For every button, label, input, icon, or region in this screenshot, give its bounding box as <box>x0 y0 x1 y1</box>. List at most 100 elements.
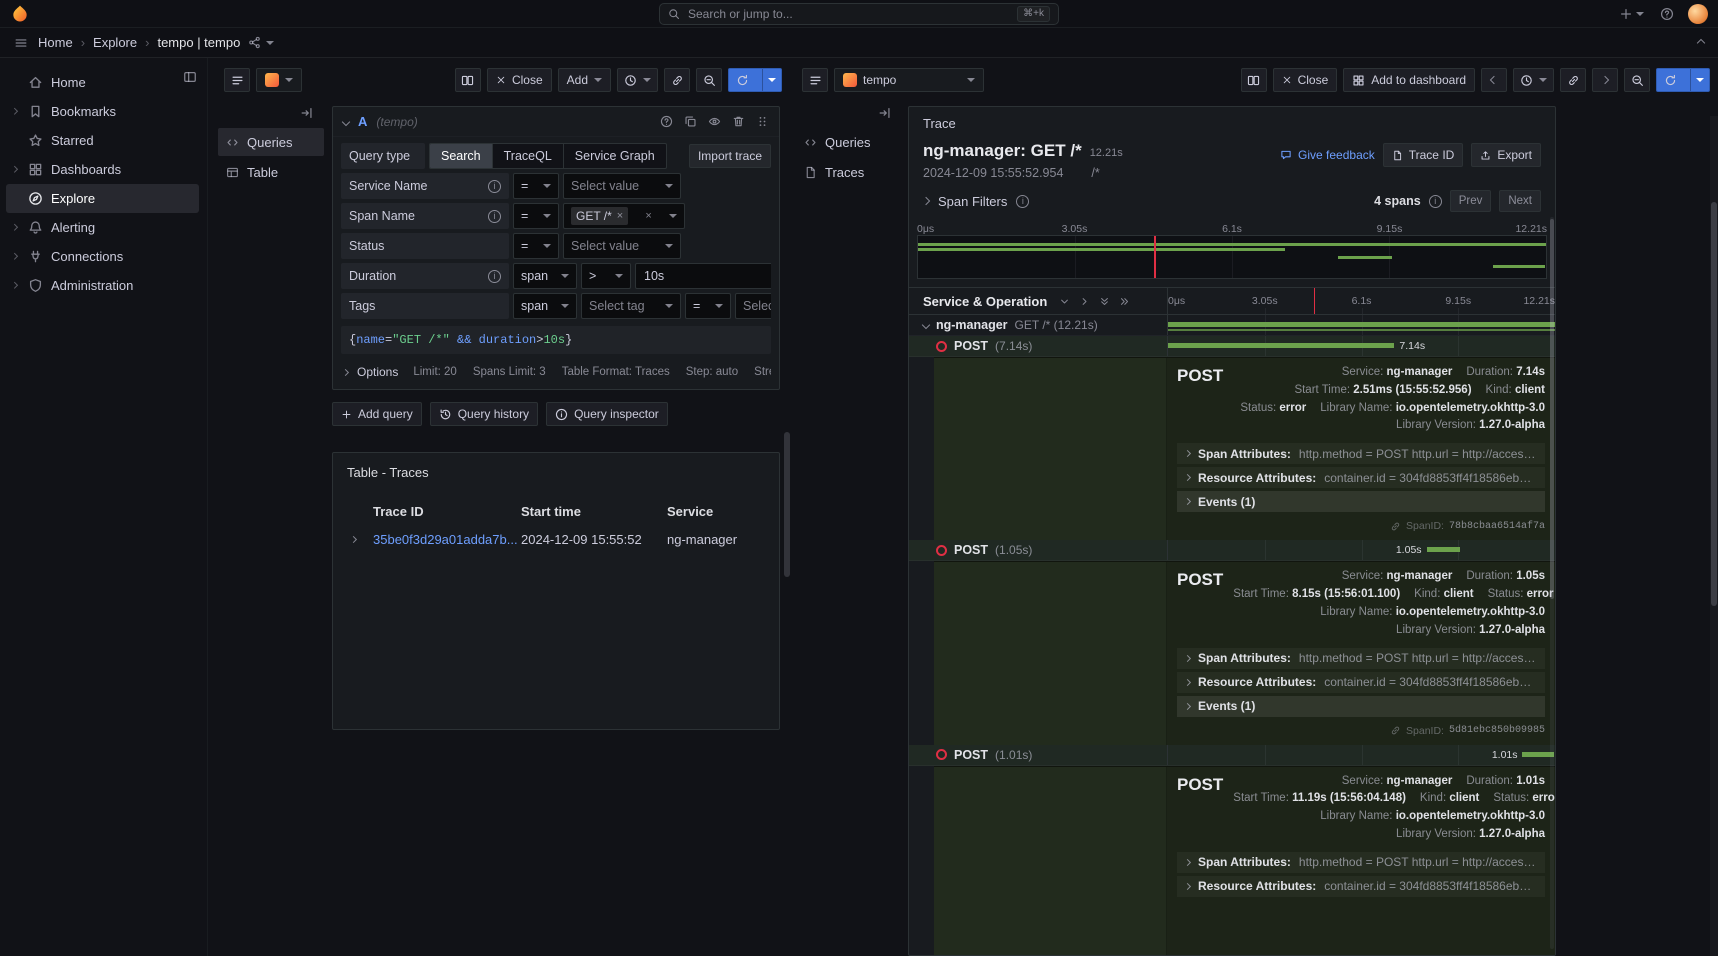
info-icon[interactable]: i <box>1429 195 1442 208</box>
left-pane-scrollbar[interactable] <box>784 432 790 577</box>
detail-section-resource-attributes[interactable]: Resource Attributes:container.id = 304fd… <box>1177 467 1545 488</box>
detail-section-resource-attributes[interactable]: Resource Attributes:container.id = 304fd… <box>1177 672 1545 693</box>
time-shift-forward-button[interactable] <box>1592 68 1618 92</box>
sidebar-item-alerting[interactable]: Alerting <box>6 213 199 242</box>
queries-drawer-button[interactable] <box>224 68 250 92</box>
collapse-span-icon[interactable] <box>922 321 930 329</box>
expand-row-icon[interactable] <box>350 535 357 542</box>
time-picker-button[interactable] <box>1513 68 1554 92</box>
detail-section-events-1[interactable]: Events (1) <box>1177 696 1545 717</box>
next-span-button[interactable]: Next <box>1499 190 1541 212</box>
query-type-traceql[interactable]: TraceQL <box>493 144 564 168</box>
remove-query-icon[interactable] <box>732 115 745 128</box>
query-ref-id[interactable]: A <box>358 114 367 129</box>
split-view-button[interactable] <box>455 68 481 92</box>
detail-section-span-attributes[interactable]: Span Attributes:http.method = POST http.… <box>1177 852 1545 873</box>
service-name-operator-select[interactable]: = <box>513 173 559 199</box>
import-trace-button[interactable]: Import trace <box>689 144 771 168</box>
query-type-service-graph[interactable]: Service Graph <box>564 144 666 168</box>
table-row[interactable]: 35be0f3d29a01adda7b... 2024-12-09 15:55:… <box>347 526 765 552</box>
span-name-operator-select[interactable]: = <box>513 203 559 229</box>
zoom-out-button[interactable] <box>1624 68 1650 92</box>
pane-tab-queries[interactable]: Queries <box>218 128 324 156</box>
add-button[interactable]: Add <box>558 68 611 92</box>
span-row[interactable]: POST(1.05s) 1.05s <box>909 540 1555 561</box>
close-pane-button[interactable]: Close <box>1273 68 1338 92</box>
collapse-one-icon[interactable] <box>1059 296 1070 307</box>
run-query-button[interactable] <box>728 68 782 92</box>
query-help-icon[interactable] <box>660 115 673 128</box>
status-operator-select[interactable]: = <box>513 233 559 259</box>
sidebar-item-bookmarks[interactable]: Bookmarks <box>6 97 199 126</box>
breadcrumb-item-home[interactable]: Home <box>38 35 73 50</box>
duration-scope-select[interactable]: span <box>513 263 577 289</box>
collapse-sidebar-icon[interactable] <box>878 106 892 120</box>
tags-scope-select[interactable]: span <box>513 293 577 319</box>
sidebar-item-explore[interactable]: Explore <box>6 184 199 213</box>
expand-section-icon[interactable] <box>11 282 17 288</box>
trace-minimap[interactable]: 0μs3.05s6.1s9.15s12.21s <box>917 222 1547 279</box>
tags-value-select[interactable]: Select va <box>735 293 771 319</box>
clear-value-icon[interactable]: × <box>645 211 651 222</box>
share-link-button[interactable] <box>1560 68 1586 92</box>
new-button[interactable] <box>1617 5 1646 23</box>
breadcrumb-item-explore[interactable]: Explore <box>93 35 137 50</box>
status-value-select[interactable]: Select value <box>563 233 681 259</box>
column-header-trace-id[interactable]: Trace ID <box>373 504 521 519</box>
zoom-out-button[interactable] <box>696 68 722 92</box>
info-icon[interactable]: i <box>488 270 501 283</box>
collapse-all-icon[interactable] <box>1099 296 1110 307</box>
sidebar-item-connections[interactable]: Connections <box>6 242 199 271</box>
trace-id-button[interactable]: Trace ID <box>1383 143 1464 167</box>
trace-scrollbar-thumb[interactable] <box>1550 219 1554 599</box>
pane-tab-queries[interactable]: Queries <box>796 128 902 156</box>
detail-section-span-attributes[interactable]: Span Attributes:http.method = POST http.… <box>1177 443 1545 464</box>
span-name-chip[interactable]: GET /*× <box>571 207 628 225</box>
expand-section-icon[interactable] <box>11 253 17 259</box>
sidebar-item-dashboards[interactable]: Dashboards <box>6 155 199 184</box>
info-icon[interactable]: i <box>488 210 501 223</box>
help-button[interactable] <box>1658 5 1676 23</box>
datasource-picker-right[interactable]: tempo <box>834 68 984 92</box>
close-pane-button[interactable]: Close <box>487 68 552 92</box>
duplicate-query-icon[interactable] <box>684 115 697 128</box>
tags-operator-select[interactable]: = <box>685 293 731 319</box>
query-history-button[interactable]: Query history <box>430 402 538 426</box>
collapse-query-icon[interactable] <box>342 117 350 125</box>
sidebar-item-starred[interactable]: Starred <box>6 126 199 155</box>
share-icon[interactable] <box>248 36 261 49</box>
dock-menu-button[interactable] <box>183 70 197 87</box>
mega-menu-toggle[interactable] <box>12 34 30 52</box>
expand-all-icon[interactable] <box>1119 296 1130 307</box>
info-icon[interactable]: i <box>488 180 501 193</box>
window-scrollbar-thumb[interactable] <box>1711 202 1717 606</box>
user-avatar[interactable] <box>1688 4 1708 24</box>
span-name-value-select[interactable]: GET /*× × <box>563 203 685 229</box>
sidebar-item-home[interactable]: Home <box>6 68 199 97</box>
prev-span-button[interactable]: Prev <box>1450 190 1492 212</box>
duration-operator-select[interactable]: > <box>581 263 631 289</box>
queries-drawer-button[interactable] <box>802 68 828 92</box>
duration-value-input[interactable]: 10s <box>635 263 771 289</box>
collapse-sidebar-icon[interactable] <box>300 106 314 120</box>
expand-section-icon[interactable] <box>11 224 17 230</box>
detail-section-events-1[interactable]: Events (1) <box>1177 491 1545 512</box>
collapse-chrome-button[interactable] <box>1696 38 1706 48</box>
pane-tab-traces[interactable]: Traces <box>796 158 902 186</box>
export-button[interactable]: Export <box>1471 143 1541 167</box>
add-query-button[interactable]: Add query <box>332 402 422 426</box>
span-row[interactable]: POST(1.01s) 1.01s <box>909 745 1555 766</box>
give-feedback-link[interactable]: Give feedback <box>1280 148 1375 162</box>
datasource-picker-left[interactable] <box>256 68 302 92</box>
expand-one-icon[interactable] <box>1079 296 1090 307</box>
span-row[interactable]: POST(7.14s) 7.14s <box>909 336 1555 357</box>
split-view-button[interactable] <box>1241 68 1267 92</box>
sidebar-item-administration[interactable]: Administration <box>6 271 199 300</box>
share-caret-icon[interactable] <box>266 41 274 45</box>
tags-key-select[interactable]: Select tag <box>581 293 681 319</box>
options-toggle[interactable]: Options Limit: 20Spans Limit: 3Table For… <box>341 365 771 379</box>
grafana-logo-icon[interactable] <box>10 4 30 24</box>
query-type-search[interactable]: Search <box>430 144 493 168</box>
time-shift-back-button[interactable] <box>1481 68 1507 92</box>
remove-chip-icon[interactable]: × <box>617 211 623 222</box>
